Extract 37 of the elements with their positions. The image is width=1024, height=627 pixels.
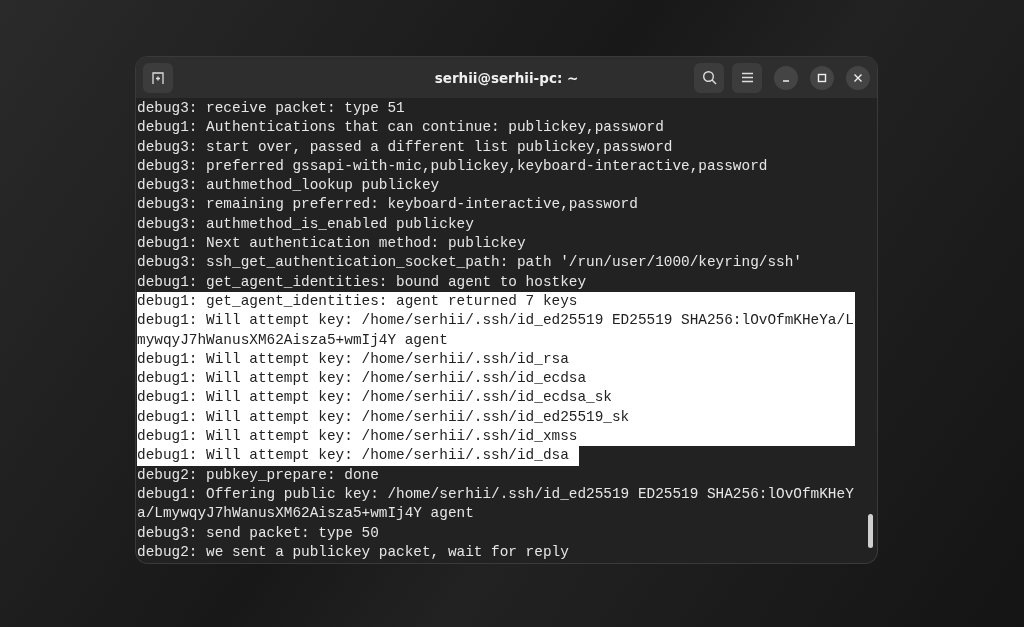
terminal-line: debug3: authmethod_lookup publickey <box>137 176 440 196</box>
terminal-line: debug1: Offering public key: /home/serhii/.ssh/id_ed25519 ED25519 SHA256:lOvOfmKHeY <box>137 484 854 504</box>
menu-icon <box>740 72 754 83</box>
terminal-line: debug1: Will attempt key: /home/serhii/.ssh/id_ed25519_sk <box>137 407 630 427</box>
terminal-line: debug3: receive packet: type 51 <box>137 99 405 118</box>
terminal-line: debug3: start over, passed a different list publickey,password <box>137 137 673 157</box>
terminal-line: debug3: preferred gssapi-with-mic,publickey,keyboard-interactive,password <box>137 156 768 176</box>
window-title: serhii@serhii-pc: ~ <box>434 69 579 86</box>
new-tab-button[interactable] <box>143 62 173 93</box>
search-icon <box>701 70 717 85</box>
terminal-line: debug2: pubkey_prepare: done <box>137 465 379 485</box>
maximize-button[interactable] <box>810 65 834 90</box>
terminal-line: a/LmywqyJ7hWanusXM62Aisza5+wmIj4Y agent <box>137 504 474 524</box>
terminal-line: debug3: authmethod_is_enabled publickey <box>137 214 474 234</box>
terminal-line: mywqyJ7hWanusXM62Aisza5+wmIj4Y agent <box>137 330 448 350</box>
terminal-line: debug3: ssh_get_authentication_socket_path: path '/run/user/1000/keyring/ssh' <box>137 253 802 273</box>
close-icon <box>853 72 863 83</box>
terminal-line: debug1: Next authentication method: publickey <box>137 234 526 254</box>
search-button[interactable] <box>694 62 724 93</box>
terminal-line: debug1: Authentications that can continue: publickey,password <box>137 118 664 138</box>
scrollbar-thumb[interactable] <box>868 514 873 548</box>
terminal-line: debug1: get_agent_identities: bound agent to hostkey <box>137 272 587 292</box>
terminal-line: debug3: send packet: type 50 <box>137 523 379 543</box>
terminal-line: debug1: Will attempt key: /home/serhii/.ssh/id_ed25519 ED25519 SHA256:lOvOfmKHeYa/L <box>137 311 854 331</box>
terminal-line: debug1: Will attempt key: /home/serhii/.ssh/id_ecdsa_sk <box>137 388 612 408</box>
terminal-line: debug2: we sent a publickey packet, wait for reply <box>137 542 569 562</box>
terminal-line: debug1: get_agent_identities: agent returned 7 keys <box>137 291 578 311</box>
terminal-line: debug1: Will attempt key: /home/serhii/.ssh/id_xmss <box>137 427 578 447</box>
close-button[interactable] <box>846 65 870 90</box>
terminal-line: debug3: remaining preferred: keyboard-interactive,password <box>137 195 638 215</box>
menu-button[interactable] <box>732 62 762 93</box>
new-tab-icon <box>151 70 165 85</box>
maximize-icon <box>817 72 827 83</box>
minimize-icon <box>782 79 790 82</box>
terminal-line: debug1: Will attempt key: /home/serhii/.ssh/id_rsa <box>137 349 569 369</box>
terminal-line: debug1: Will attempt key: /home/serhii/.ssh/id_ecdsa <box>137 369 587 389</box>
terminal-line: debug1: Will attempt key: /home/serhii/.ssh/id_dsa <box>137 446 569 466</box>
